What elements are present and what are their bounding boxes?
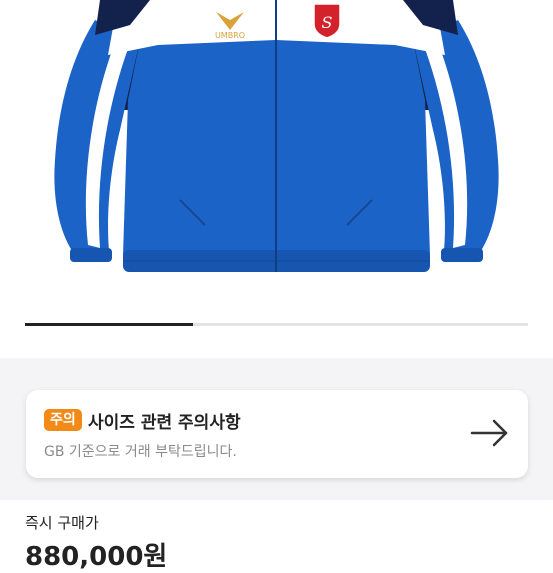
carousel-active-segment — [25, 323, 193, 326]
product-image-area[interactable]: UMBRO S — [0, 0, 553, 358]
svg-text:UMBRO: UMBRO — [215, 31, 245, 40]
size-notice-banner[interactable]: 주의 사이즈 관련 주의사항 GB 기준으로 거래 부탁드립니다. — [26, 390, 528, 478]
image-carousel-indicator — [25, 323, 528, 326]
svg-text:S: S — [322, 13, 333, 32]
price-label: 즉시 구매가 — [25, 514, 99, 532]
notice-badge: 주의 — [44, 409, 82, 431]
arrow-right-icon[interactable] — [470, 418, 510, 448]
notice-title: 사이즈 관련 주의사항 — [88, 413, 241, 433]
price-value: 880,000원 — [25, 542, 168, 572]
notice-subtitle: GB 기준으로 거래 부탁드립니다. — [44, 444, 237, 460]
price-section: 즉시 구매가 880,000원 — [0, 500, 553, 572]
jacket-image: UMBRO S — [54, 0, 499, 272]
crest-icon: S — [313, 3, 341, 39]
